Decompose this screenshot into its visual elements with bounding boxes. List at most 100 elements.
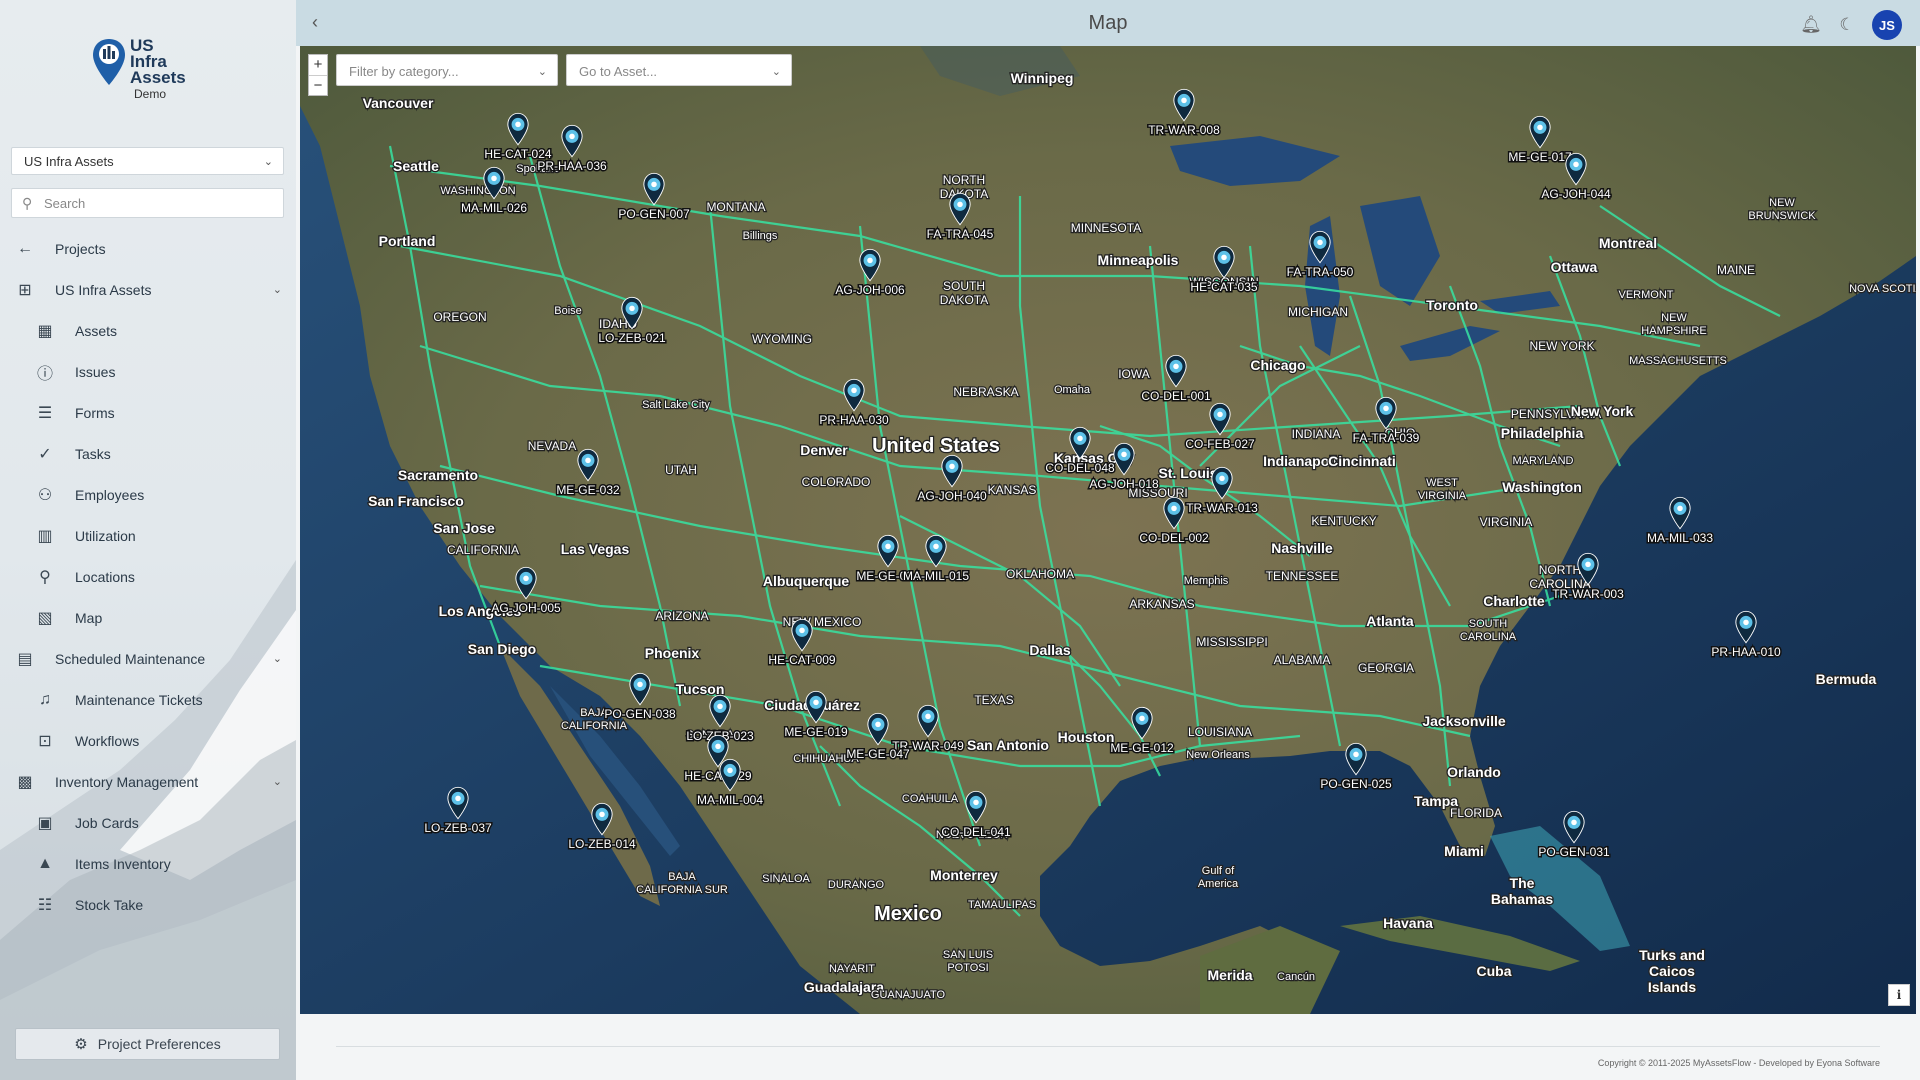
place-label: Sacramento — [398, 467, 478, 483]
asset-label: PR-HAA-010 — [1711, 645, 1781, 659]
sidebar-item-forms[interactable]: ☰ Forms — [0, 392, 296, 433]
place-label: Turks and — [1639, 947, 1705, 963]
satellite-map[interactable]: WinnipegVancouverSeattleWASHINGTONSpokan… — [300, 46, 1916, 1014]
place-label: LOUISIANA — [1188, 725, 1252, 739]
project-select[interactable]: US Infra Assets ⌄ — [11, 147, 284, 175]
sidebar-item-maintenance-tickets[interactable]: ♫ Maintenance Tickets — [0, 679, 296, 720]
page-title: Map — [1088, 12, 1128, 34]
place-label: San Antonio — [967, 737, 1049, 753]
asset-label: AG-JOH-040 — [917, 489, 987, 503]
place-label: Minneapolis — [1098, 252, 1179, 268]
place-label: MONTANA — [706, 200, 765, 214]
place-label: New Orleans — [1186, 749, 1250, 761]
checklist-icon: ☷ — [37, 896, 53, 914]
alert-circle-icon: ⓘ — [36, 365, 53, 383]
place-label: San Francisco — [368, 493, 464, 509]
place-label: Dallas — [1029, 642, 1070, 658]
place-label: SINALOA — [762, 873, 810, 885]
asset-label: PR-HAA-030 — [819, 413, 889, 427]
place-label: Boise — [554, 305, 582, 317]
place-label: NORTH — [1539, 563, 1581, 577]
place-label: Charlotte — [1483, 593, 1545, 609]
goto-asset-select[interactable]: Go to Asset... ⌄ — [566, 54, 792, 86]
place-label: OREGON — [433, 310, 486, 324]
place-label: VIRGINIA — [1480, 515, 1533, 529]
place-label: Jacksonville — [1422, 713, 1505, 729]
place-label: MAINE — [1717, 263, 1755, 277]
place-label: Nashville — [1271, 540, 1333, 556]
sidebar-item-job-cards[interactable]: ▣ Job Cards — [0, 802, 296, 843]
asset-label: FA-TRA-045 — [927, 227, 994, 241]
people-icon: ⚇ — [37, 486, 53, 504]
place-label: Merida — [1207, 967, 1252, 983]
project-preferences-button[interactable]: ⚙ Project Preferences — [15, 1028, 280, 1060]
sidebar-item-workflows[interactable]: ⊡ Workflows — [0, 720, 296, 761]
sidebar-group-us-infra-assets[interactable]: ⊞ US Infra Assets ⌄ — [0, 269, 296, 310]
asset-label: HE-CAT-029 — [684, 769, 751, 783]
place-label: Seattle — [393, 158, 439, 174]
place-label: CAROLINA — [1460, 631, 1517, 643]
dark-mode-moon-icon[interactable]: ☾ — [1836, 14, 1858, 36]
gear-icon: ⚙ — [74, 1036, 88, 1053]
zoom-in-button[interactable]: + — [309, 55, 327, 75]
place-label: MASSACHUSETTS — [1629, 355, 1727, 367]
place-label: Billings — [743, 230, 778, 242]
sidebar-item-issues[interactable]: ⓘ Issues — [0, 351, 296, 392]
asset-label: TR-WAR-013 — [1186, 501, 1258, 515]
chevron-down-icon: ⌄ — [771, 66, 781, 78]
asset-label: CO-FEB-027 — [1185, 437, 1255, 451]
place-label: OKLAHOMA — [1006, 567, 1074, 581]
place-label: Gulf of — [1202, 865, 1235, 877]
place-label: VIRGINIA — [1418, 490, 1467, 502]
chart-icon: ▥ — [37, 527, 53, 545]
sidebar-item-employees[interactable]: ⚇ Employees — [0, 474, 296, 515]
sidebar-item-map[interactable]: ▧ Map — [0, 597, 296, 638]
zoom-out-button[interactable]: − — [309, 75, 327, 95]
app-logo[interactable]: US Infra Assets Demo — [92, 37, 186, 102]
place-label: BAJA — [668, 871, 696, 883]
place-label: Caicos — [1649, 963, 1695, 979]
sidebar-item-tasks[interactable]: ✓ Tasks — [0, 433, 296, 474]
chevron-down-icon: ⌄ — [272, 284, 282, 296]
sidebar-item-assets[interactable]: ▦ Assets — [0, 310, 296, 351]
place-label: INDIANA — [1292, 427, 1341, 441]
logo-pin-icon — [93, 39, 125, 85]
notification-bell-icon[interactable]: 🔔︎ — [1800, 14, 1822, 36]
place-label: ALABAMA — [1274, 653, 1331, 667]
asset-label: PO-GEN-031 — [1538, 845, 1610, 859]
place-label: Monterrey — [930, 867, 998, 883]
place-label: NEW YORK — [1529, 339, 1594, 353]
top-header: ‹ Map 🔔︎ ☾ JS — [296, 0, 1920, 46]
asset-label: LO-ZEB-021 — [598, 331, 666, 345]
sidebar-group-scheduled-maintenance[interactable]: ▤ Scheduled Maintenance ⌄ — [0, 638, 296, 679]
place-label: NOVA SCOTIA — [1849, 283, 1916, 295]
search-input[interactable]: ⚲ Search — [11, 188, 284, 218]
place-label: NEW — [1661, 312, 1687, 324]
place-label: Cincinnati — [1328, 453, 1396, 469]
sidebar-item-stock-take[interactable]: ☷ Stock Take — [0, 884, 296, 925]
place-label: Phoenix — [645, 645, 700, 661]
place-label: POTOSI — [947, 962, 988, 974]
sidebar-item-locations[interactable]: ⚲ Locations — [0, 556, 296, 597]
map-view[interactable]: Winnipeg Vancouver Seattle WASHINGTON Spokan… — [300, 46, 1916, 1014]
asset-label: HE-CAT-009 — [768, 653, 835, 667]
place-label: Winnipeg — [1011, 70, 1074, 86]
sidebar-item-items-inventory[interactable]: ▲ Items Inventory — [0, 843, 296, 884]
place-label: IOWA — [1118, 367, 1150, 381]
place-label: KANSAS — [988, 483, 1037, 497]
place-label: Washington — [1502, 479, 1582, 495]
map-info-button[interactable]: i — [1888, 984, 1910, 1006]
place-label: Cancún — [1277, 971, 1315, 983]
filter-category-select[interactable]: Filter by category... ⌄ — [336, 54, 558, 86]
sidebar-item-utilization[interactable]: ▥ Utilization — [0, 515, 296, 556]
asset-label: LO-ZEB-014 — [568, 837, 636, 851]
inventory-grid-icon: ▩ — [17, 773, 33, 791]
avatar[interactable]: JS — [1872, 10, 1902, 40]
asset-label: AG-JOH-005 — [491, 601, 561, 615]
place-label: CALIFORNIA SUR — [636, 884, 728, 896]
place-label: CALIFORNIA — [447, 543, 519, 557]
place-label: UTAH — [665, 463, 697, 477]
sidebar-item-projects[interactable]: ← Projects — [0, 228, 296, 269]
sidebar-group-inventory-management[interactable]: ▩ Inventory Management ⌄ — [0, 761, 296, 802]
asset-label: PO-GEN-038 — [604, 707, 676, 721]
